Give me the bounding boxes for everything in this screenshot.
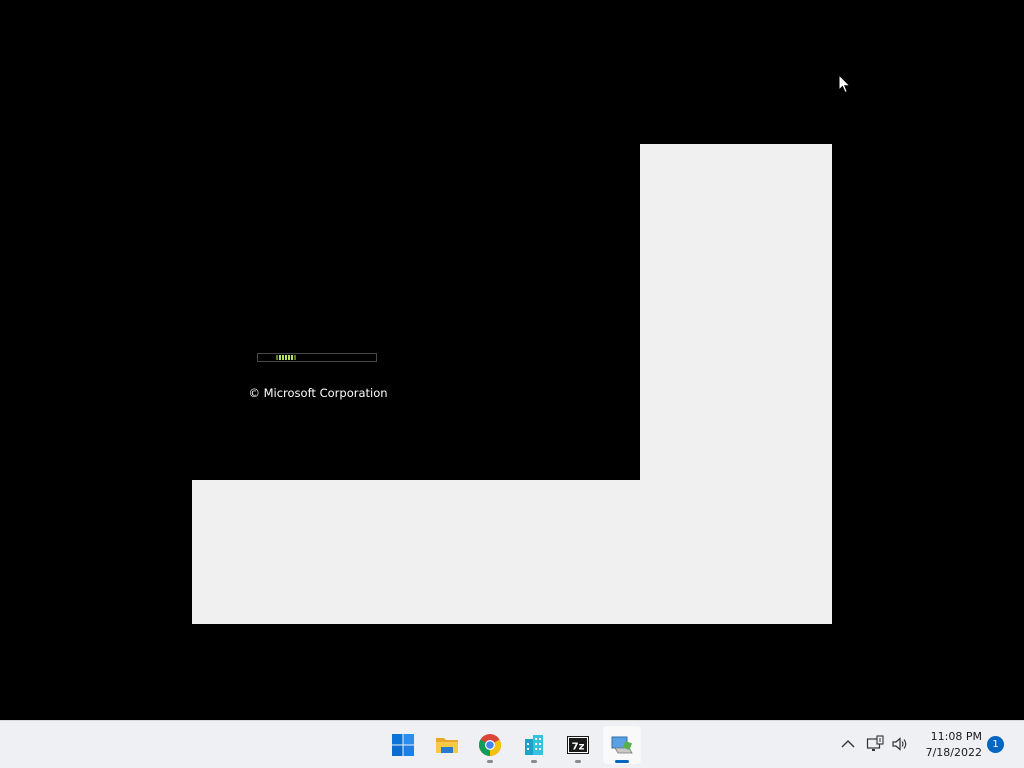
speaker-icon[interactable] xyxy=(891,735,909,753)
7zip-button[interactable]: 7z xyxy=(559,726,597,764)
running-indicator xyxy=(487,760,493,763)
svg-text:7z: 7z xyxy=(572,742,585,753)
boot-progress-indicator xyxy=(276,355,296,360)
clock-time: 11:08 PM xyxy=(930,730,982,743)
running-indicator xyxy=(531,760,537,763)
7zip-icon: 7z xyxy=(567,736,589,754)
window-unpainted-region-bottom xyxy=(192,480,832,624)
clock-date: 7/18/2022 xyxy=(925,746,982,759)
folder-icon xyxy=(436,738,458,753)
copyright-text: © Microsoft Corporation xyxy=(248,386,388,400)
windows-logo-icon xyxy=(392,734,414,756)
active-window-indicator xyxy=(615,760,629,763)
boot-progress-bar xyxy=(257,353,377,362)
taskbar-clock[interactable]: 11:08 PM 7/18/2022 xyxy=(918,729,982,761)
buildings-app-button[interactable] xyxy=(515,726,553,764)
file-explorer-button[interactable] xyxy=(428,726,466,764)
taskbar: 7z 11:08 PM 7/18/2022 1 xyxy=(0,720,1024,768)
notification-center-badge[interactable]: 1 xyxy=(987,736,1004,753)
chrome-icon xyxy=(479,734,501,756)
installer-icon xyxy=(611,736,633,754)
running-indicator xyxy=(575,760,581,763)
window-unpainted-region-right xyxy=(640,144,832,480)
installer-button[interactable] xyxy=(603,726,641,764)
desktop: © Microsoft Corporation xyxy=(0,0,1024,720)
chevron-up-icon[interactable] xyxy=(839,735,857,753)
chrome-button[interactable] xyxy=(471,726,509,764)
mouse-pointer-icon xyxy=(838,74,852,94)
start-button[interactable] xyxy=(384,726,422,764)
buildings-icon xyxy=(525,735,543,755)
network-icon[interactable] xyxy=(866,735,884,753)
